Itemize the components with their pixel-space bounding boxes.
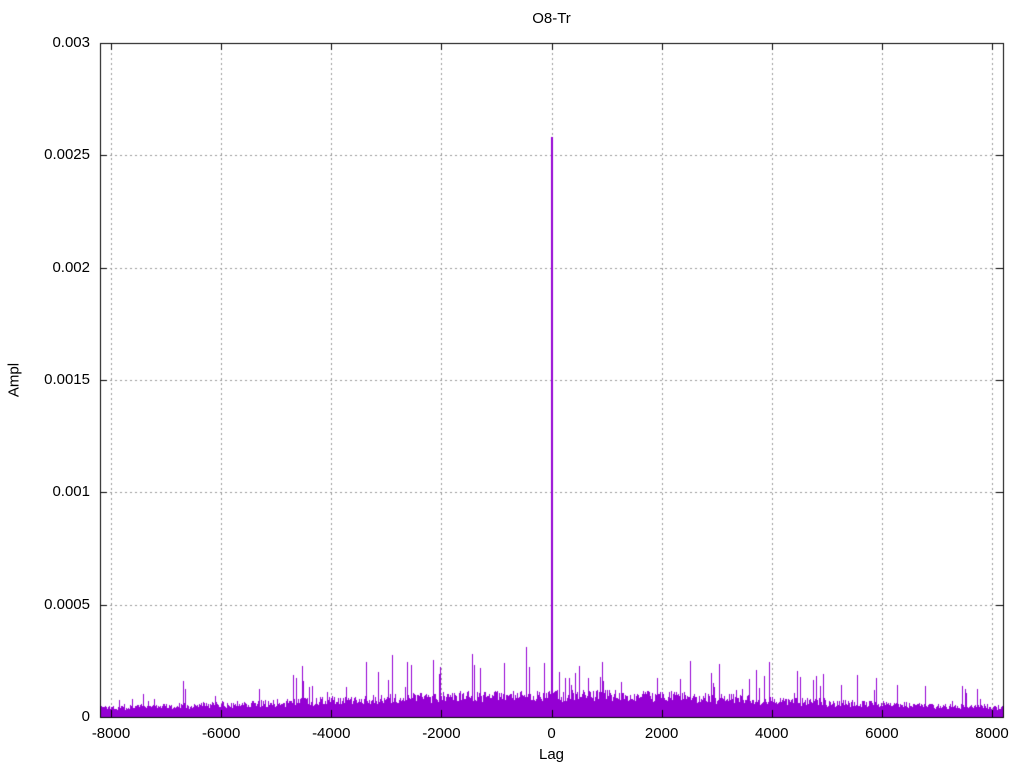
x-tick-label: 2000 [622,725,702,742]
x-tick-label: 6000 [842,725,922,742]
chart-figure: O8-Tr Ampl Lag 00.00050.0010.00150.0020.… [0,0,1024,768]
y-tick-label: 0.001 [0,483,90,500]
chart-title: O8-Tr [100,10,1003,27]
y-tick-label: 0 [0,708,90,725]
y-tick-label: 0.0015 [0,371,90,388]
y-tick-label: 0.0025 [0,146,90,163]
x-tick-label: -2000 [401,725,481,742]
x-tick-label: 0 [512,725,592,742]
y-tick-label: 0.003 [0,34,90,51]
x-axis-title: Lag [100,746,1003,763]
y-tick-label: 0.0005 [0,596,90,613]
x-tick-label: -6000 [181,725,261,742]
x-tick-label: 8000 [952,725,1024,742]
x-tick-label: -8000 [71,725,151,742]
x-tick-label: 4000 [732,725,812,742]
plot-canvas [0,0,1024,768]
y-tick-label: 0.002 [0,259,90,276]
x-tick-label: -4000 [291,725,371,742]
